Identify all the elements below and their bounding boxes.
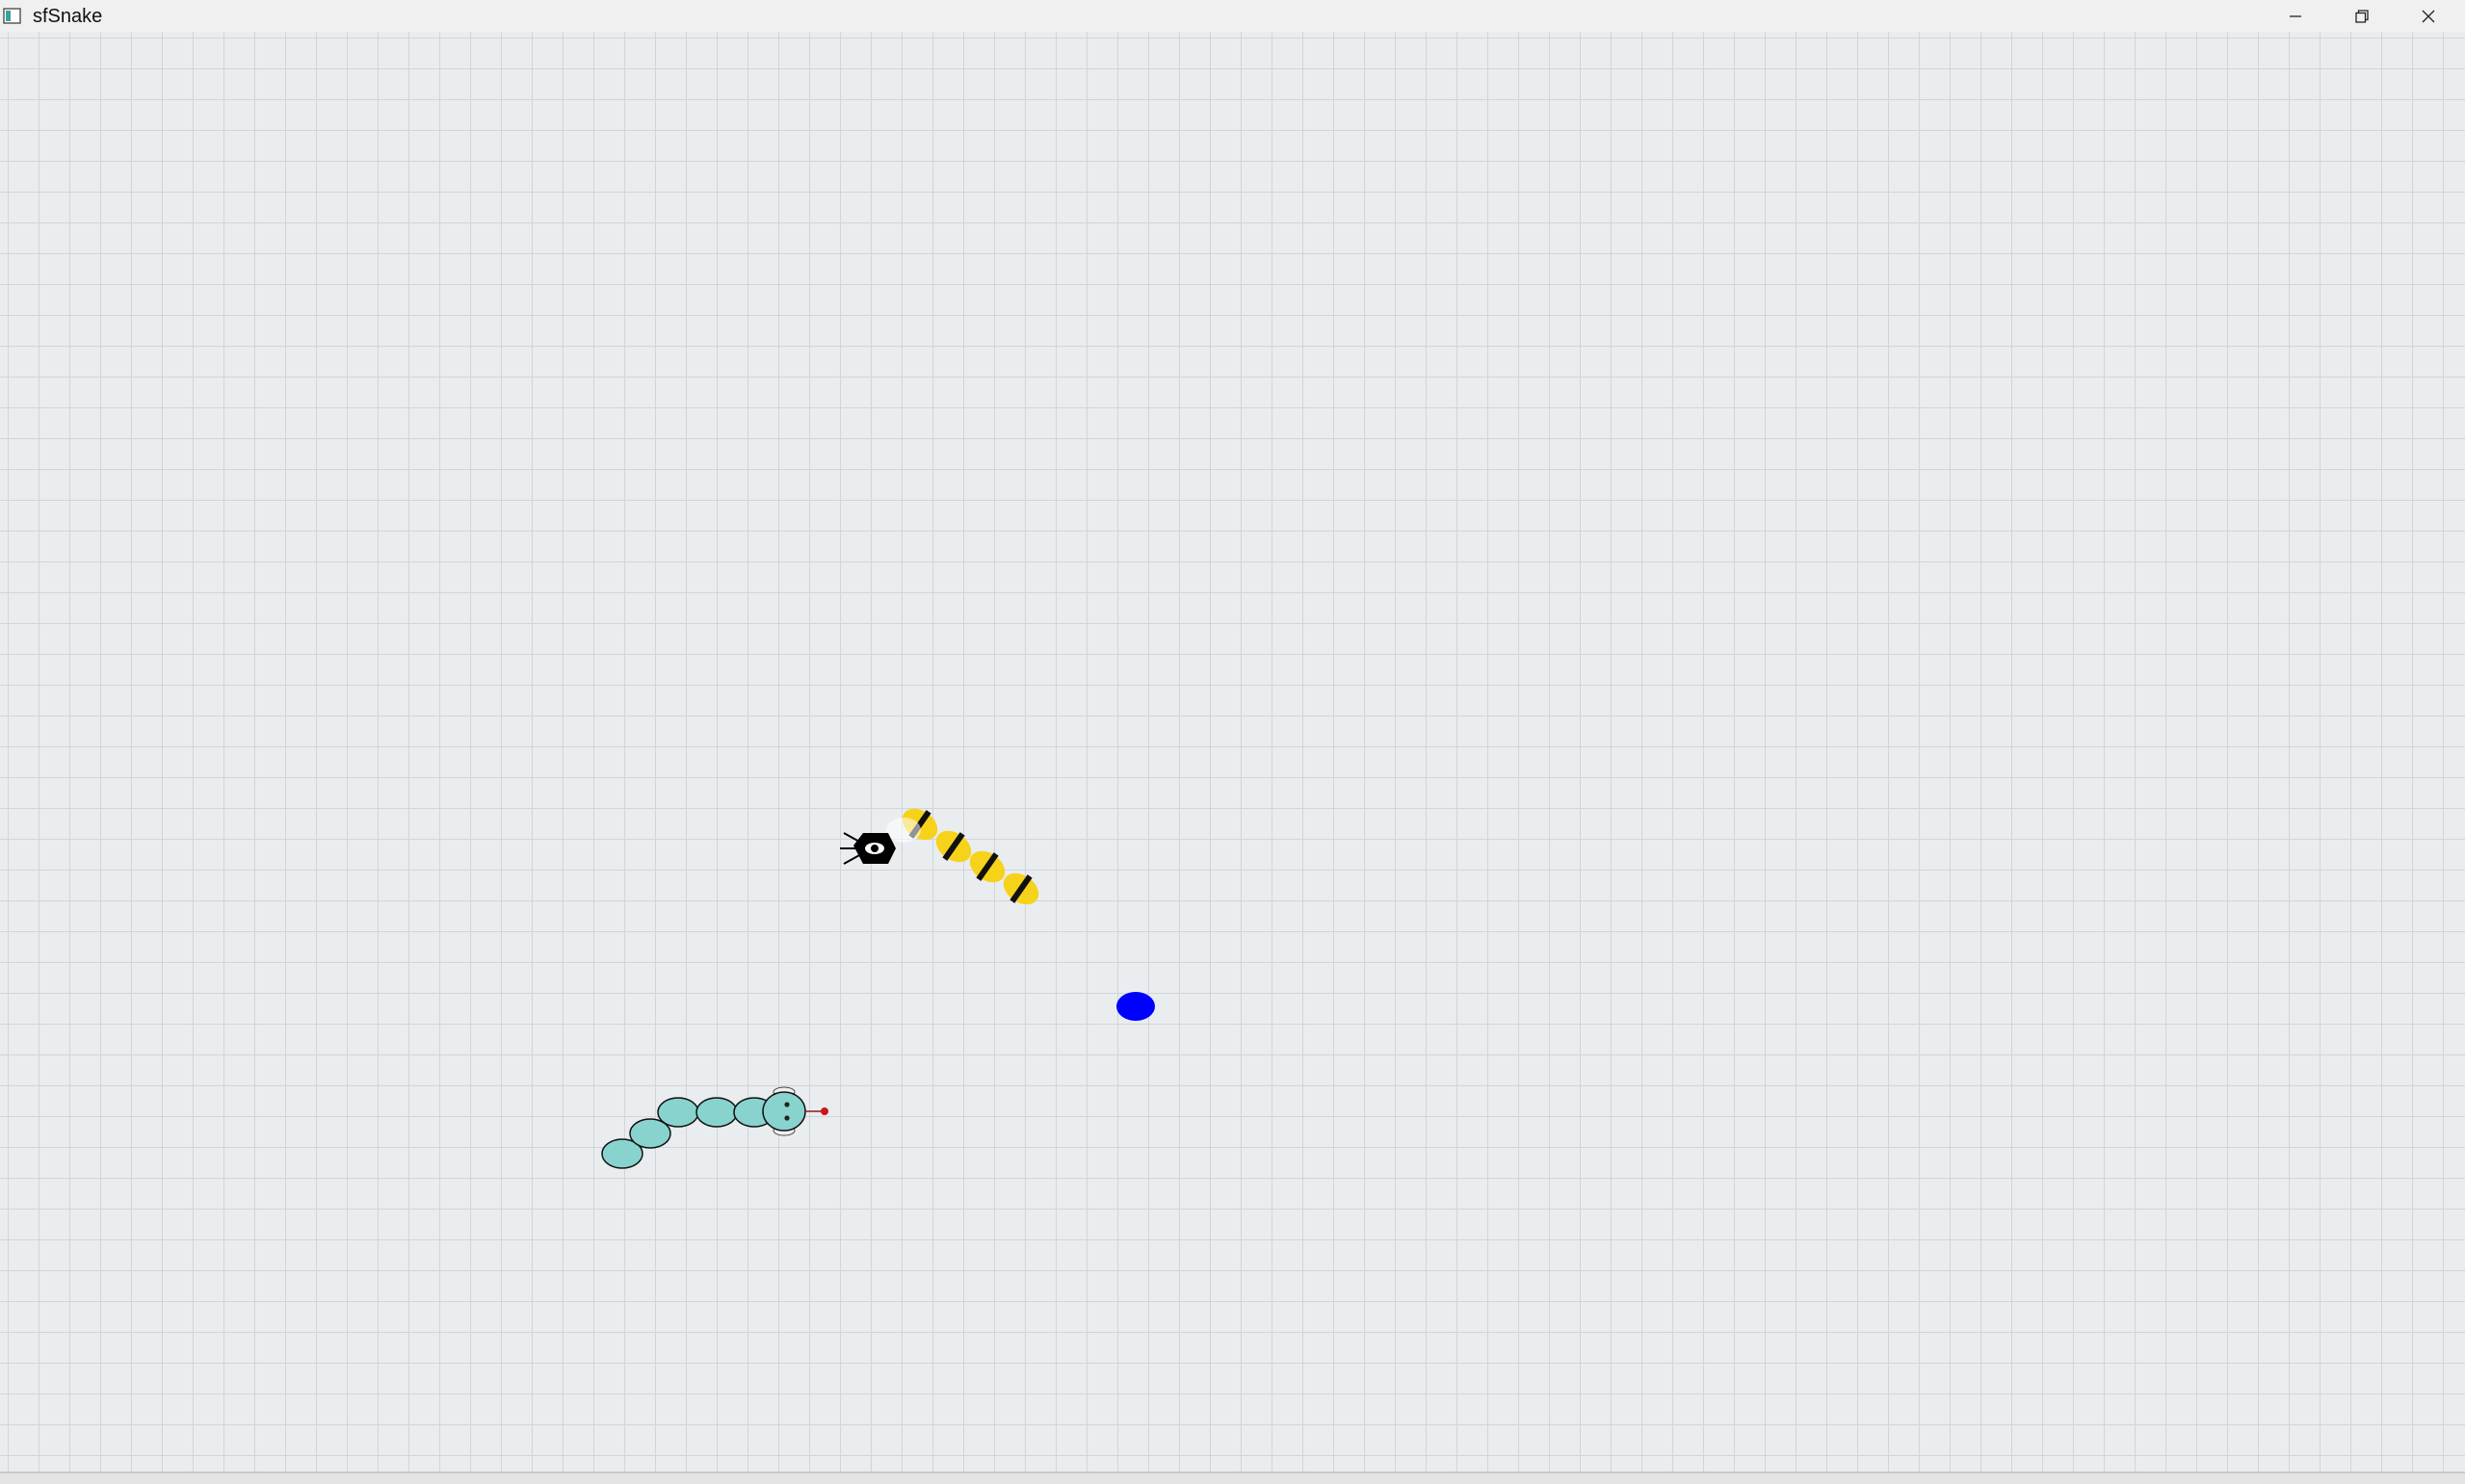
bee-snake-glow	[886, 818, 921, 843]
title-bar[interactable]: sfSnake	[0, 0, 2465, 32]
player-snake	[601, 1086, 828, 1169]
bee-snake-body	[902, 808, 1039, 905]
minimize-button[interactable]	[2263, 0, 2328, 32]
game-window: sfSnake	[0, 0, 2465, 1484]
close-button[interactable]	[2396, 0, 2461, 32]
game-board[interactable]	[0, 32, 2465, 1471]
window-title: sfSnake	[33, 6, 103, 27]
restore-icon	[2355, 9, 2369, 23]
player-snake-head	[762, 1086, 828, 1136]
app-icon	[3, 8, 21, 24]
minimize-icon	[2290, 14, 2301, 17]
fruit	[1116, 992, 1155, 1021]
game-scene	[601, 808, 1155, 1169]
player-snake-segment	[657, 1097, 699, 1128]
bee-snake-head	[840, 832, 896, 865]
bee-snake	[840, 808, 1039, 905]
taskbar-edge	[0, 1471, 2465, 1484]
player-snake-segment	[695, 1097, 738, 1128]
restore-button[interactable]	[2329, 0, 2395, 32]
close-icon	[2422, 10, 2435, 22]
